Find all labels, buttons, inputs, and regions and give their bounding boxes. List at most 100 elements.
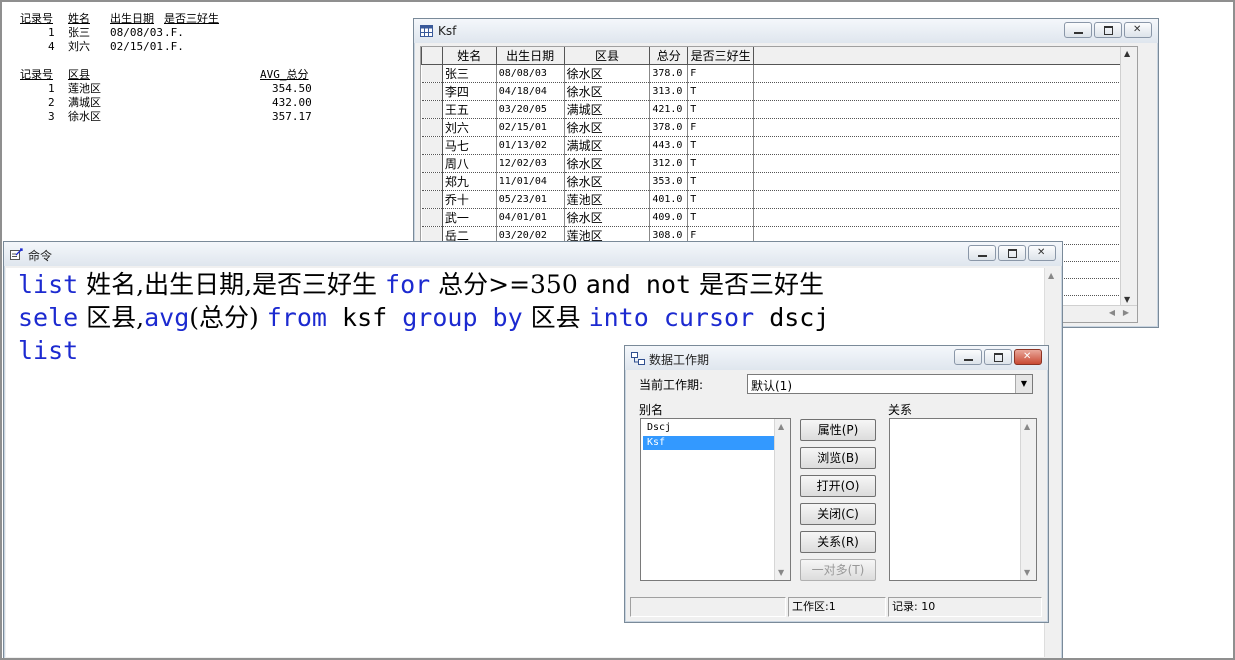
ksf-close-button[interactable]: [1124, 22, 1152, 38]
row-selector[interactable]: [421, 190, 443, 209]
table-row[interactable]: 郑九 11/01/04 徐水区 353.0 T: [421, 172, 1137, 191]
cell-merit[interactable]: F: [687, 118, 754, 137]
one-to-many-button[interactable]: 一对多(T): [800, 559, 876, 581]
alias-item-ksf[interactable]: Ksf: [643, 436, 774, 450]
cell-district[interactable]: 徐水区: [564, 208, 651, 227]
relations-scroll-down-icon[interactable]: ▼: [1024, 568, 1030, 577]
table-row[interactable]: 李四 04/18/04 徐水区 313.0 T: [421, 82, 1137, 101]
cell-name[interactable]: 周八: [442, 154, 497, 173]
relations-list[interactable]: ▲ ▼: [889, 418, 1037, 581]
cell-district[interactable]: 徐水区: [564, 82, 651, 101]
cell-score[interactable]: 401.0: [649, 190, 689, 209]
cell-merit[interactable]: T: [687, 190, 754, 209]
cell-name[interactable]: 马七: [442, 136, 497, 155]
cell-merit[interactable]: T: [687, 208, 754, 227]
alias-list[interactable]: Dscj Ksf ▲ ▼: [640, 418, 791, 581]
browse-button[interactable]: 浏览(B): [800, 447, 876, 469]
cell-name[interactable]: 武一: [442, 208, 497, 227]
row-selector[interactable]: [421, 208, 443, 227]
session-maximize-button[interactable]: [984, 349, 1012, 365]
cell-name[interactable]: 张三: [442, 64, 497, 83]
row-selector[interactable]: [421, 100, 443, 119]
command-scroll-up-icon[interactable]: ▲: [1048, 271, 1054, 280]
table-row[interactable]: 乔十 05/23/01 莲池区 401.0 T: [421, 190, 1137, 209]
cell-merit[interactable]: T: [687, 136, 754, 155]
relations-scroll-up-icon[interactable]: ▲: [1024, 422, 1030, 431]
session-minimize-button[interactable]: [954, 349, 982, 365]
close-table-button[interactable]: 关闭(C): [800, 503, 876, 525]
relations-button[interactable]: 关系(R): [800, 531, 876, 553]
grid-header-name[interactable]: 姓名: [441, 47, 497, 65]
cell-birth[interactable]: 11/01/04: [496, 172, 565, 191]
session-titlebar[interactable]: 数据工作期: [625, 346, 1048, 370]
cell-birth[interactable]: 08/08/03: [496, 64, 565, 83]
cell-birth[interactable]: 02/15/01: [496, 118, 565, 137]
cell-name[interactable]: 刘六: [442, 118, 497, 137]
cell-score[interactable]: 313.0: [649, 82, 689, 101]
relations-list-scrollbar[interactable]: ▲ ▼: [1020, 419, 1036, 580]
cell-district[interactable]: 徐水区: [564, 154, 651, 173]
row-selector[interactable]: [421, 136, 443, 155]
cell-merit[interactable]: T: [687, 100, 754, 119]
command-minimize-button[interactable]: [968, 245, 996, 261]
cell-birth[interactable]: 05/23/01: [496, 190, 565, 209]
cell-score[interactable]: 409.0: [649, 208, 689, 227]
cell-birth[interactable]: 04/18/04: [496, 82, 565, 101]
ksf-titlebar[interactable]: Ksf: [414, 19, 1158, 43]
cell-merit[interactable]: F: [687, 64, 754, 83]
cell-district[interactable]: 满城区: [564, 136, 651, 155]
command-titlebar[interactable]: 命令: [4, 242, 1062, 266]
cell-score[interactable]: 378.0: [649, 64, 689, 83]
ksf-maximize-button[interactable]: [1094, 22, 1122, 38]
cell-district[interactable]: 徐水区: [564, 64, 651, 83]
command-close-button[interactable]: [1028, 245, 1056, 261]
current-session-dropdown[interactable]: 默认(1) ▼: [747, 374, 1033, 394]
data-session-window[interactable]: 数据工作期 当前工作期: 默认(1) ▼ 别名 关系 Dscj Ksf ▲ ▼ …: [624, 345, 1049, 623]
cell-name[interactable]: 郑九: [442, 172, 497, 191]
cell-name[interactable]: 李四: [442, 82, 497, 101]
alias-scroll-up-icon[interactable]: ▲: [778, 422, 784, 431]
cell-district[interactable]: 莲池区: [564, 190, 651, 209]
scroll-down-icon[interactable]: ▼: [1124, 295, 1130, 304]
cell-birth[interactable]: 12/02/03: [496, 154, 565, 173]
scroll-left-icon[interactable]: ◀: [1109, 308, 1115, 317]
session-close-button[interactable]: [1014, 349, 1042, 365]
cell-merit[interactable]: T: [687, 154, 754, 173]
row-selector[interactable]: [421, 64, 443, 83]
grid-header-birth[interactable]: 出生日期: [495, 47, 565, 65]
grid-header-merit[interactable]: 是否三好生: [687, 47, 754, 65]
cell-score[interactable]: 443.0: [649, 136, 689, 155]
table-row[interactable]: 周八 12/02/03 徐水区 312.0 T: [421, 154, 1137, 173]
alias-item-dscj[interactable]: Dscj: [643, 421, 774, 435]
table-row[interactable]: 王五 03/20/05 满城区 421.0 T: [421, 100, 1137, 119]
cell-birth[interactable]: 04/01/01: [496, 208, 565, 227]
alias-list-scrollbar[interactable]: ▲ ▼: [774, 419, 790, 580]
cell-merit[interactable]: T: [687, 172, 754, 191]
cell-score[interactable]: 378.0: [649, 118, 689, 137]
table-row[interactable]: 武一 04/01/01 徐水区 409.0 T: [421, 208, 1137, 227]
scroll-right-icon[interactable]: ▶: [1123, 308, 1129, 317]
grid-header-district[interactable]: 区县: [563, 47, 651, 65]
row-selector[interactable]: [421, 82, 443, 101]
cell-birth[interactable]: 03/20/05: [496, 100, 565, 119]
scroll-up-icon[interactable]: ▲: [1124, 49, 1130, 58]
open-button[interactable]: 打开(O): [800, 475, 876, 497]
cell-merit[interactable]: T: [687, 82, 754, 101]
cell-district[interactable]: 满城区: [564, 100, 651, 119]
chevron-down-icon[interactable]: ▼: [1015, 375, 1032, 393]
cell-score[interactable]: 421.0: [649, 100, 689, 119]
cell-district[interactable]: 徐水区: [564, 172, 651, 191]
cell-birth[interactable]: 01/13/02: [496, 136, 565, 155]
cell-name[interactable]: 王五: [442, 100, 497, 119]
cell-score[interactable]: 353.0: [649, 172, 689, 191]
cell-score[interactable]: 312.0: [649, 154, 689, 173]
command-maximize-button[interactable]: [998, 245, 1026, 261]
cell-district[interactable]: 徐水区: [564, 118, 651, 137]
table-row[interactable]: 马七 01/13/02 满城区 443.0 T: [421, 136, 1137, 155]
grid-header-score[interactable]: 总分: [649, 47, 689, 65]
properties-button[interactable]: 属性(P): [800, 419, 876, 441]
table-row[interactable]: 张三 08/08/03 徐水区 378.0 F: [421, 64, 1137, 83]
alias-scroll-down-icon[interactable]: ▼: [778, 568, 784, 577]
row-selector[interactable]: [421, 154, 443, 173]
ksf-vertical-scrollbar[interactable]: ▲ ▼: [1120, 47, 1137, 306]
